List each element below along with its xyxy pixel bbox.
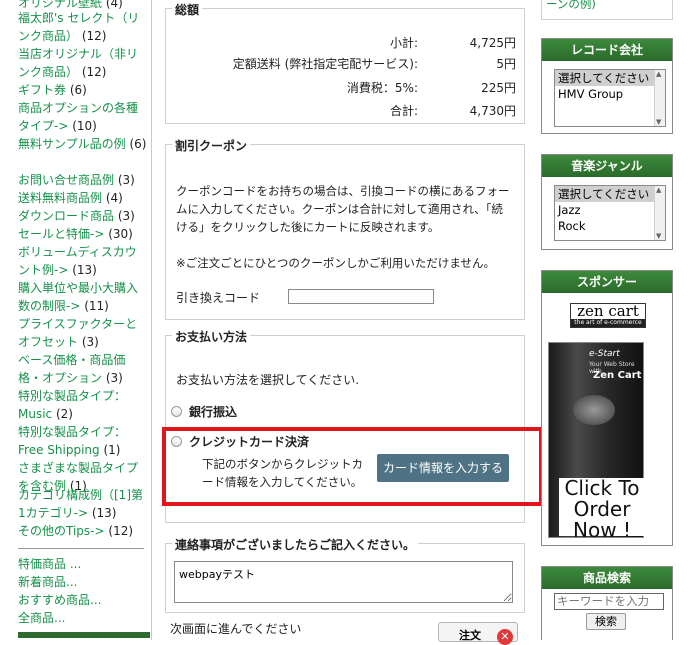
- sidebar-divider: [18, 548, 144, 549]
- coupon-desc-line: クーポンコードをお持ちの場合は、引換コードの横にあるフォー: [176, 184, 510, 198]
- category-link[interactable]: カテゴリ構成例（[1]第1カテゴリ-> (13): [18, 486, 148, 522]
- category-link[interactable]: セールと特価-> (30): [18, 225, 148, 243]
- coupon-code-label: 引き換えコード: [176, 291, 261, 305]
- zencart-logo-tagline: the art of e-commerce: [571, 319, 645, 327]
- coupon-description: クーポンコードをお持ちの場合は、引換コードの横にあるフォー ムに入力してください…: [176, 182, 521, 236]
- subtotal-value: 4,725円: [469, 36, 516, 50]
- select-option[interactable]: Rock: [555, 218, 665, 234]
- select-option[interactable]: 選択してください: [555, 186, 665, 202]
- coupon-legend: 割引クーポン: [172, 137, 251, 154]
- previous-box: ーンの例): [541, 0, 673, 20]
- book-title: Zen Cart: [593, 370, 642, 381]
- search-button[interactable]: 検索: [586, 613, 626, 630]
- special-link[interactable]: 特価商品 ...: [18, 555, 148, 573]
- category-link[interactable]: 当店オリジナル（非リンク商品） (12): [18, 45, 148, 81]
- category-link[interactable]: 購入単位や最小大購入数の制限-> (11): [18, 279, 148, 315]
- music-genre-select[interactable]: 選択してください Jazz Rock: [554, 185, 666, 241]
- click-to-order-text[interactable]: Click To Order Now !: [559, 478, 645, 541]
- category-link[interactable]: ダウンロード商品 (3): [18, 207, 148, 225]
- total-label: 合計:: [389, 104, 418, 118]
- confirm-order-label: 注文: [459, 629, 481, 642]
- comments-legend: 連絡事項がございましたらご記入ください。: [172, 536, 419, 553]
- special-link[interactable]: おすすめ商品...: [18, 591, 148, 609]
- category-link[interactable]: ギフト券 (6): [18, 81, 148, 99]
- sidebar-box-header: [18, 632, 150, 638]
- confirm-order-button[interactable]: 注文 ✕: [438, 622, 518, 645]
- keyword-search-input[interactable]: [554, 593, 664, 610]
- book-brand: e-Start: [589, 349, 620, 359]
- category-link[interactable]: ベース価格・商品価格・オプション (3): [18, 351, 148, 387]
- subtotal-label: 小計:: [389, 36, 418, 50]
- category-link[interactable]: 商品オプションの各種タイプ-> (10): [18, 99, 148, 135]
- tax-label: 消費税：5%:: [346, 81, 418, 95]
- scrollbar[interactable]: [654, 70, 665, 126]
- special-link[interactable]: 全商品...: [18, 609, 148, 627]
- category-link[interactable]: 無料サンプル品の例 (6): [18, 135, 148, 153]
- shipping-label: 定額送料 (弊社指定宅配サービス):: [232, 57, 418, 71]
- select-option[interactable]: 選択してください: [555, 70, 665, 86]
- category-link[interactable]: 特別な製品タイプ：Music (2): [18, 387, 148, 423]
- record-company-box: レコード会社 選択してください HMV Group: [541, 38, 673, 134]
- category-link[interactable]: お問い合せ商品例 (3): [18, 171, 148, 189]
- category-link[interactable]: ボリュームディスカウント例-> (13): [18, 243, 148, 279]
- select-option[interactable]: Jazz: [555, 202, 665, 218]
- coupon-note: ※ご注文ごとにひとつのクーポンしかご利用いただけません。: [176, 256, 495, 270]
- zencart-logo-text: zen cart: [577, 302, 639, 320]
- music-genre-header: 音楽ジャンル: [542, 155, 672, 177]
- category-sidebar: オリジナル壁紙 (4) 福太郎's セレクト（リンク商品） (12) 当店オリジ…: [0, 0, 152, 640]
- scrollbar[interactable]: [654, 186, 665, 240]
- category-link[interactable]: プライスファクターとオフセット (3): [18, 315, 148, 351]
- music-genre-box: 音楽ジャンル 選択してください Jazz Rock: [541, 154, 673, 250]
- record-company-header: レコード会社: [542, 39, 672, 61]
- product-search-box: 商品検索 検索: [541, 566, 673, 640]
- zencart-logo[interactable]: zen cart the art of e-commerce: [570, 303, 646, 328]
- comments-textarea[interactable]: [174, 561, 513, 603]
- special-link[interactable]: 新着商品...: [18, 573, 148, 591]
- payment-legend: お支払い方法: [172, 328, 251, 345]
- order-totals-box: 総額 小計: 4,725円 定額送料 (弊社指定宅配サービス): 5円 消費税：…: [165, 1, 525, 124]
- tax-value: 225円: [481, 81, 516, 95]
- right-sidebar: ーンの例) レコード会社 選択してください HMV Group 音楽ジャンル 選…: [533, 0, 690, 640]
- campaign-link[interactable]: ーンの例): [542, 0, 672, 12]
- category-link[interactable]: 福太郎's セレクト（リンク商品） (12): [18, 9, 148, 45]
- bank-transfer-radio[interactable]: [171, 406, 182, 417]
- record-company-select[interactable]: 選択してください HMV Group: [554, 69, 666, 127]
- coupon-desc-line: ける」をクリックした後にカートに反映されます。: [176, 220, 440, 234]
- coupon-desc-line: ムに入力してください。クーポンは合計に対して適用され、「続: [176, 202, 503, 216]
- select-option[interactable]: HMV Group: [555, 86, 665, 102]
- total-value: 4,730円: [469, 104, 516, 118]
- next-step-label: 次画面に進んでください: [170, 622, 302, 636]
- shipping-value: 5円: [496, 57, 516, 71]
- product-search-header: 商品検索: [542, 567, 672, 589]
- coupon-code-input[interactable]: [288, 289, 434, 304]
- disc-image: [573, 395, 615, 425]
- category-link[interactable]: その他のTips-> (12): [18, 522, 148, 540]
- highlight-frame: [162, 427, 543, 506]
- book-cover-image[interactable]: e-Start Your Web Store with Zen Cart Cli…: [548, 342, 645, 541]
- category-link[interactable]: 特別な製品タイプ：Free Shipping (1): [18, 423, 148, 459]
- bank-transfer-label[interactable]: 銀行振込: [189, 403, 237, 421]
- sponsor-header: スポンサー: [542, 271, 672, 293]
- totals-legend: 総額: [172, 1, 203, 18]
- close-icon: ✕: [497, 629, 513, 645]
- payment-prompt: お支払い方法を選択してください.: [176, 373, 360, 387]
- sponsor-box: スポンサー zen cart the art of e-commerce e-S…: [541, 270, 673, 546]
- category-link[interactable]: 送料無料商品例 (4): [18, 189, 148, 207]
